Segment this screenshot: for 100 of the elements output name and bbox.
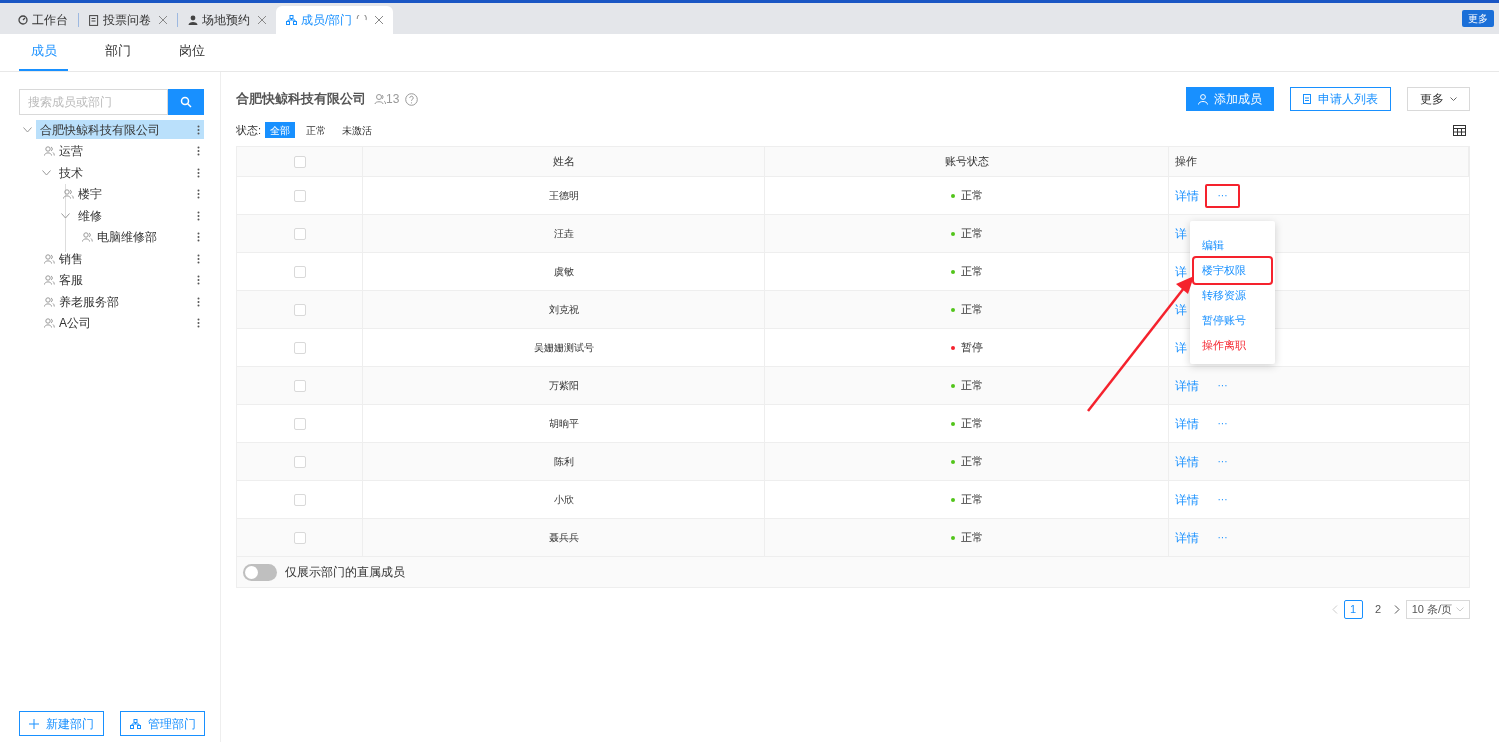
people-icon [374,93,386,105]
tree-item[interactable]: A公司 [44,313,204,333]
checkbox[interactable] [293,455,306,468]
detail-link[interactable]: 详情 [1175,186,1199,205]
table-cell-text: 汪垚 [553,227,574,241]
close-icon[interactable] [258,16,266,24]
menu-item[interactable]: 楼宇权限 [1194,258,1271,283]
detail-link[interactable]: 详情 [1175,528,1199,547]
columns-icon[interactable] [1453,124,1466,136]
tree-item[interactable]: 运营 [44,141,204,161]
column-header: 操作 [1175,154,1197,170]
menu-item[interactable]: 操作离职 [1194,333,1271,358]
more-vertical-icon[interactable] [197,189,200,200]
page-button[interactable]: 2 [1368,600,1388,619]
more-button[interactable]: 更多 [1462,10,1494,27]
filter-chip[interactable]: 未激活 [337,122,378,138]
more-vertical-icon[interactable] [197,275,200,286]
tab[interactable]: 成员/部门 [276,6,394,34]
more-vertical-icon[interactable] [197,253,200,264]
tab[interactable]: 场地预约 [178,6,276,34]
more-vertical-icon[interactable] [197,146,200,157]
page-button[interactable]: 1 [1343,600,1363,619]
document-icon [89,14,99,26]
checkbox[interactable] [293,155,306,168]
team-icon [63,189,74,200]
tree-item[interactable]: 客服 [44,270,204,290]
chevron-left-icon[interactable] [1331,605,1338,614]
detail-link[interactable]: 详 [1175,300,1187,319]
detail-link[interactable]: 详情 [1175,490,1199,509]
tree-item[interactable]: 销售 [44,249,204,269]
checkbox[interactable] [293,493,306,506]
more-vertical-icon[interactable] [197,124,200,135]
checkbox[interactable] [293,531,306,544]
detail-link[interactable]: 详 [1175,224,1187,243]
department-button[interactable]: 管理部门 [120,711,205,736]
tree-item[interactable]: 维修 [74,206,204,226]
more-button[interactable]: ··· [1205,373,1240,398]
more-button[interactable]: ··· [1205,411,1240,436]
status-text: 正常 [960,378,983,394]
menu-item[interactable]: 转移资源 [1194,283,1271,308]
close-icon[interactable] [375,16,384,24]
more-vertical-icon[interactable] [197,210,200,221]
detail-link[interactable]: 详情 [1175,414,1199,433]
detail-link[interactable]: 详情 [1175,452,1199,471]
person-icon [1198,93,1208,105]
status-text: 正常 [960,188,983,204]
filter-chip[interactable]: 全部 [265,122,296,138]
tab[interactable]: 成员 [19,40,68,71]
toggle-switch[interactable] [243,563,277,581]
tree-item[interactable]: 合肥快鲸科技有限公司 [36,120,204,140]
more-button[interactable]: ··· [1205,449,1240,474]
tree-item[interactable]: 楼宇 [63,184,204,204]
chevron-right-icon[interactable] [1393,605,1400,614]
plus-icon [29,718,39,729]
more-button[interactable]: 更多 [1407,87,1470,111]
checkbox[interactable] [293,227,306,240]
checkbox[interactable] [293,379,306,392]
chevron-down-icon[interactable] [61,212,70,219]
checkbox[interactable] [293,303,306,316]
member-count: 13 [386,91,400,108]
search-field[interactable]: 搜索成员或部门 [19,89,168,115]
more-vertical-icon[interactable] [197,318,200,329]
filter-chip[interactable]: 正常 [301,122,332,138]
menu-item[interactable]: 暂停账号 [1194,308,1271,333]
tree-item[interactable]: 电脑维修部 [82,227,204,247]
status-text: 正常 [960,492,983,508]
add-member-button[interactable]: 添加成员 [1186,87,1274,111]
chevron-down-icon[interactable] [42,169,51,176]
detail-link[interactable]: 详 [1175,262,1187,281]
more-button[interactable]: ··· [1205,487,1240,512]
checkbox[interactable] [293,341,306,354]
detail-link[interactable]: 详 [1175,338,1187,357]
tab[interactable]: 部门 [93,40,142,71]
table-cell-text: 刘克祝 [548,303,579,317]
more-vertical-icon[interactable] [197,232,200,243]
applicants-button[interactable]: 申请人列表 [1290,87,1391,111]
tree-item[interactable]: 技术 [55,163,204,183]
checkbox[interactable] [293,265,306,278]
tab[interactable]: 投票问卷 [79,6,177,34]
more-button[interactable]: ··· [1205,183,1240,208]
tab[interactable]: 工作台 [8,6,78,34]
help-icon[interactable] [405,92,419,106]
column-header: 账号状态 [944,154,989,170]
more-vertical-icon[interactable] [197,296,200,307]
org-chart-icon [129,718,141,729]
tree-item[interactable]: 养老服务部 [44,292,204,312]
more-button[interactable]: ··· [1205,525,1240,550]
chevron-down-icon[interactable] [23,126,32,133]
department-button[interactable]: 新建部门 [19,711,104,736]
search-button[interactable] [168,89,204,115]
table-cell-text: 虞敏 [553,265,574,279]
detail-link[interactable]: 详情 [1175,376,1199,395]
more-vertical-icon[interactable] [197,167,200,178]
status-text: 正常 [960,530,983,546]
menu-item[interactable]: 编辑 [1194,233,1271,258]
checkbox[interactable] [293,417,306,430]
tab[interactable]: 岗位 [167,40,216,71]
checkbox[interactable] [293,189,306,202]
close-icon[interactable] [159,16,167,24]
page-size-select[interactable]: 10 条/页 [1405,600,1470,619]
